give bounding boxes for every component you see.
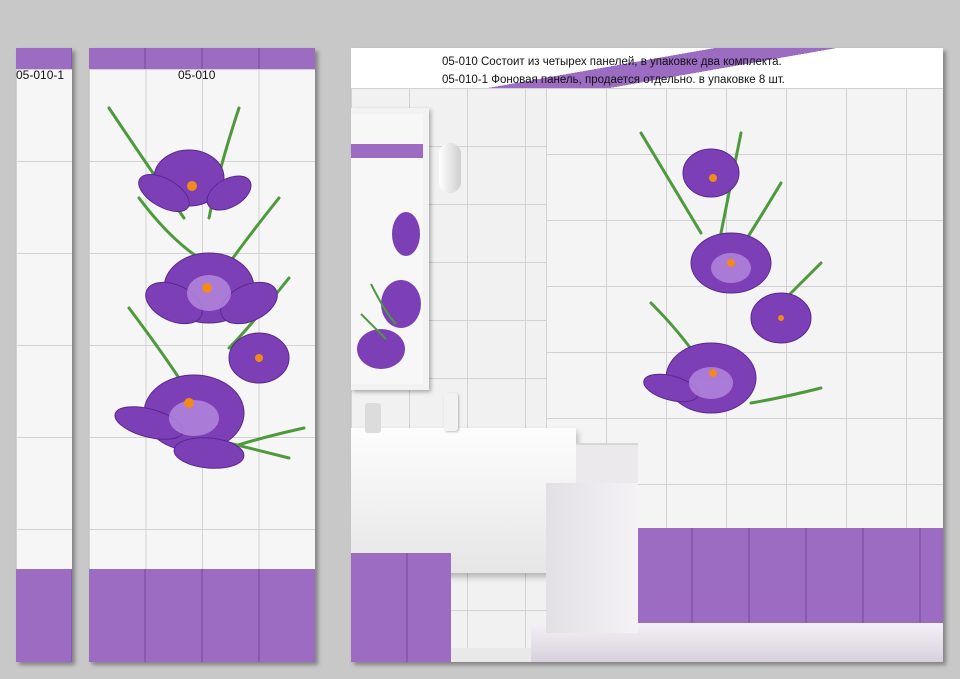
panel-05-010-1: 05-010-1	[16, 48, 72, 662]
countertop	[576, 443, 638, 485]
crocus-flower-icon	[107, 106, 306, 469]
panel-bottom-band	[16, 569, 72, 662]
panel-top-band	[16, 48, 72, 69]
product-description-line-1: 05-010 Состоит из четырех панелей, в упа…	[442, 56, 782, 68]
mirror	[351, 108, 429, 390]
product-description-line-2: 05-010-1 Фоновая панель, продается отдел…	[442, 74, 785, 86]
faucet	[365, 403, 381, 433]
crocus-flower-icon	[639, 131, 823, 414]
hair-dryer	[439, 143, 461, 193]
sink	[351, 428, 576, 573]
tile-grid	[16, 69, 72, 569]
soap-dispenser	[444, 393, 458, 431]
bathroom-scene: 05-010 Состоит из четырех панелей, в упа…	[351, 48, 943, 662]
crocus-flower-icon	[357, 212, 421, 369]
panel-05-010: 05-010	[89, 48, 315, 662]
left-wall-purple-band	[351, 553, 451, 662]
cabinet	[546, 483, 638, 633]
panel-code-label: 05-010-1	[16, 68, 65, 82]
